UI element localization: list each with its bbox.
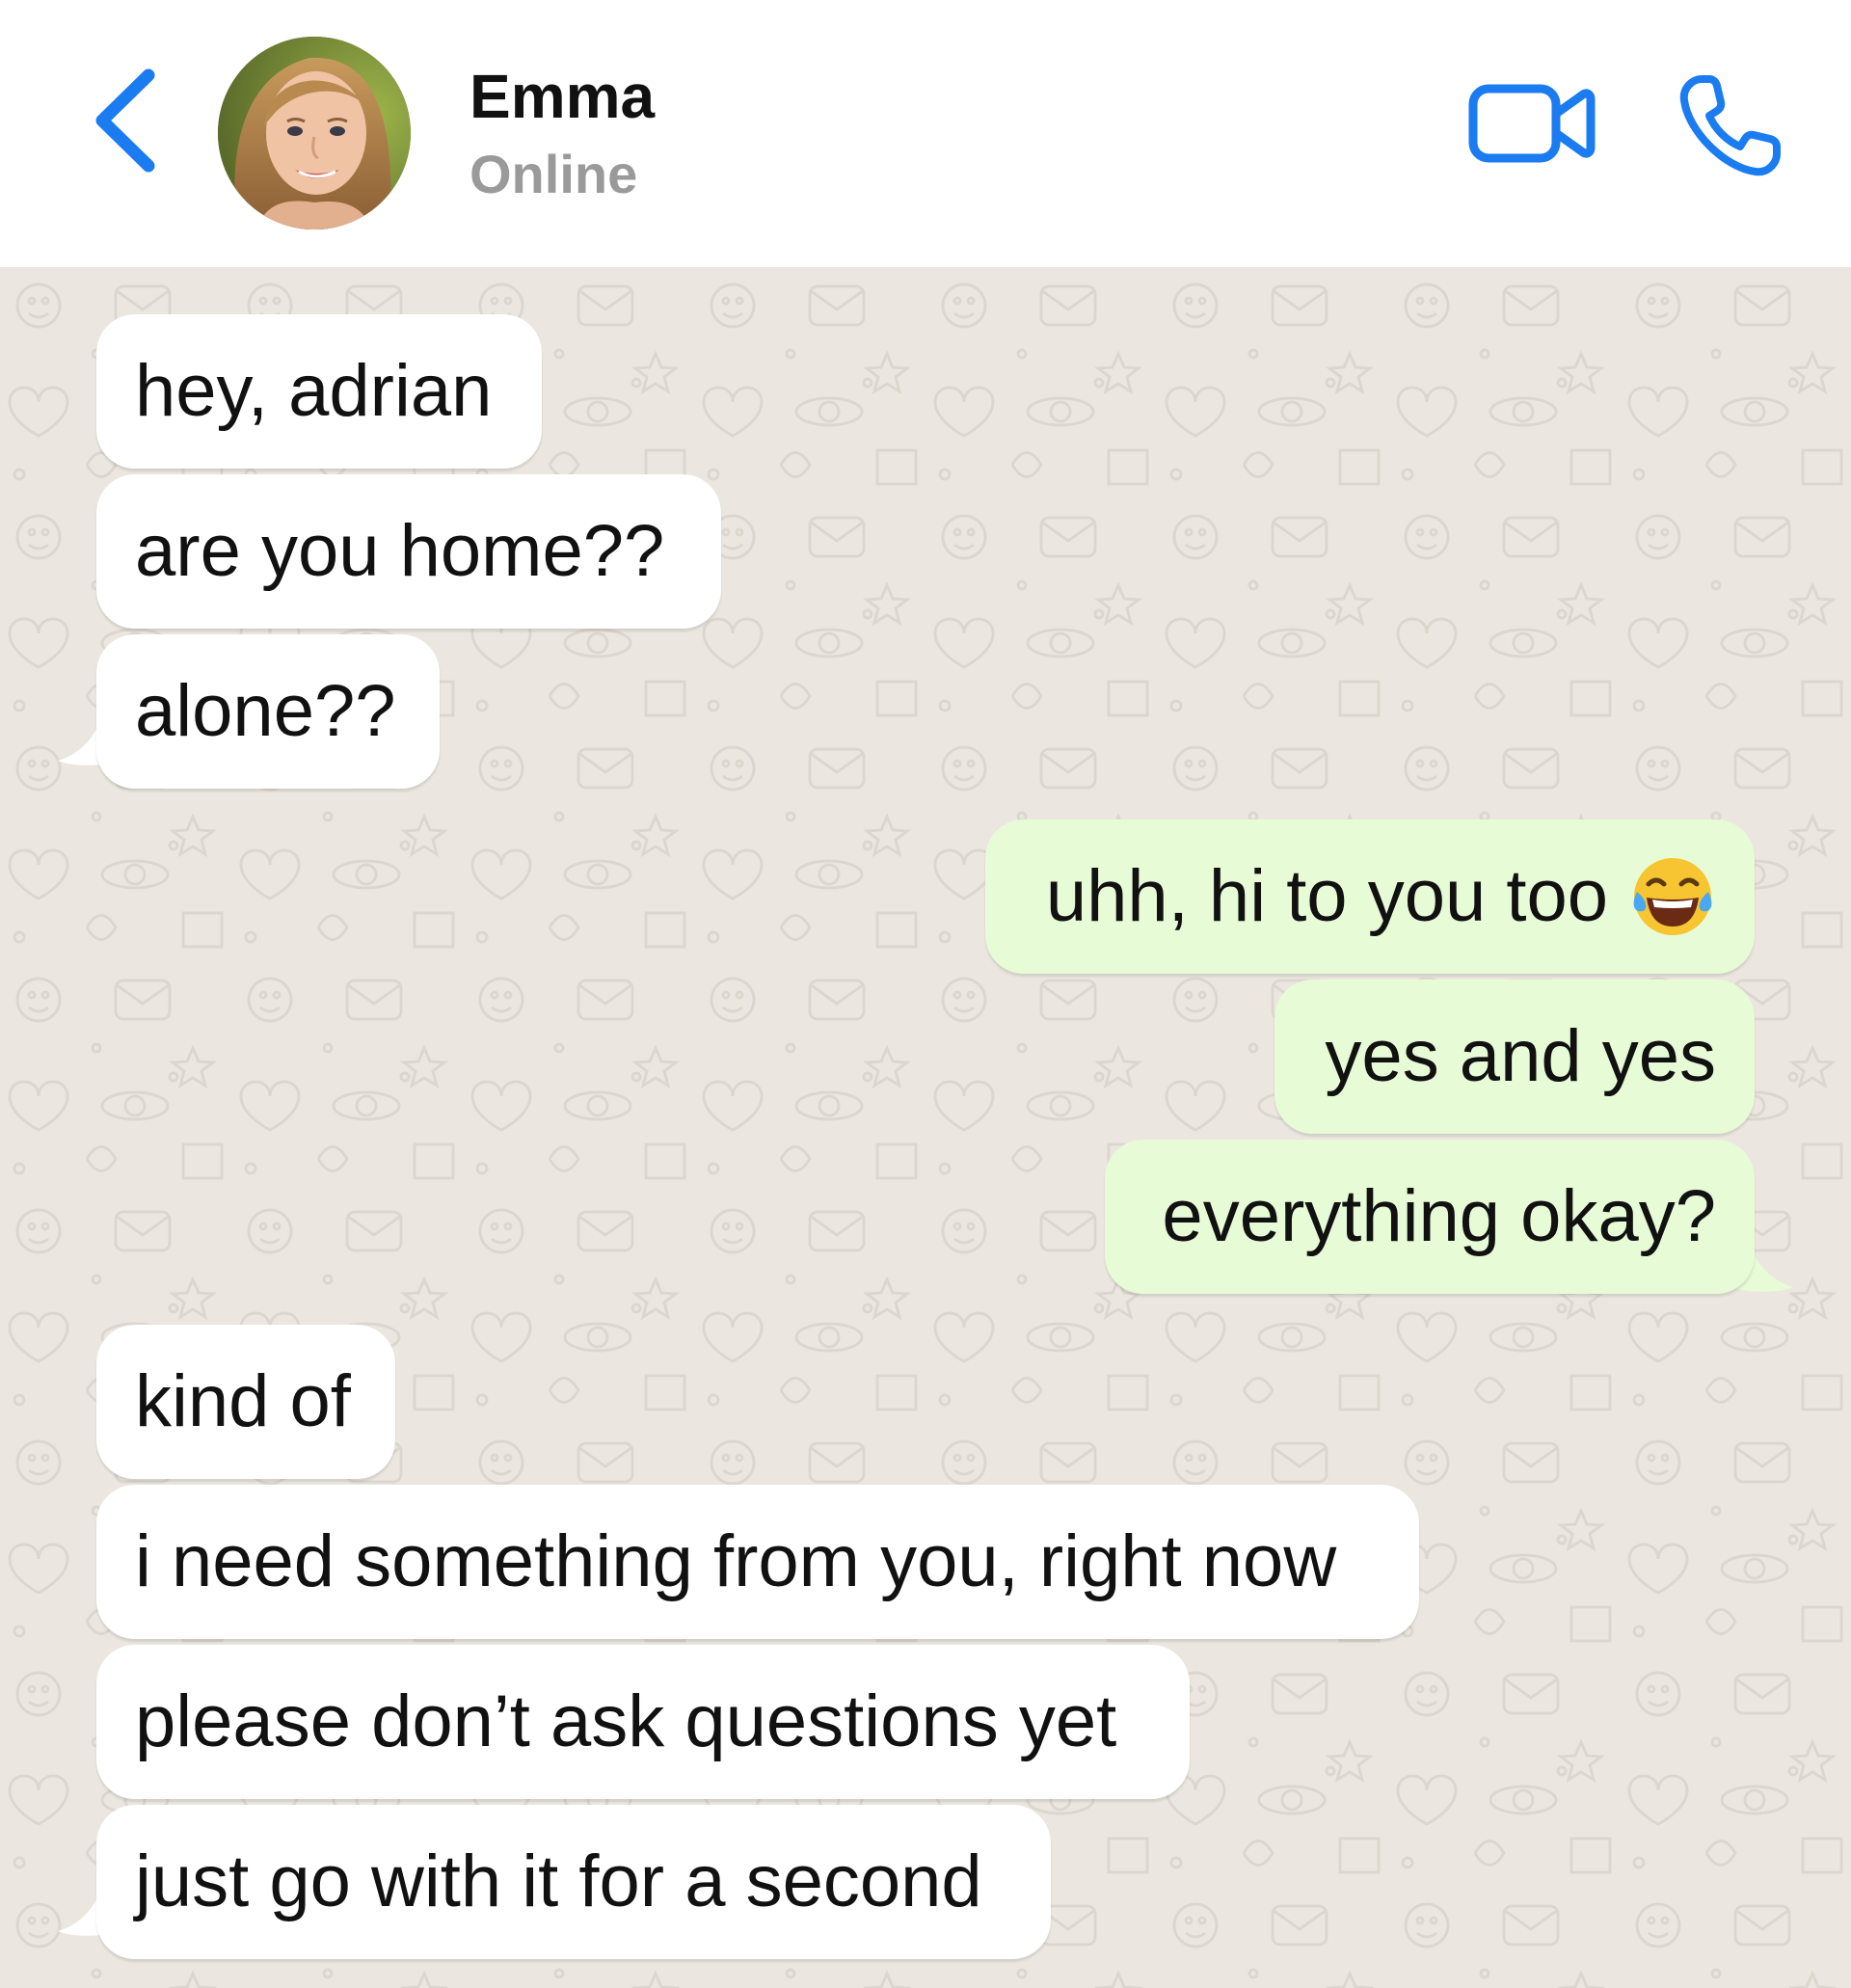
message-text: everything okay? — [1162, 1175, 1716, 1257]
avatar-image — [218, 37, 411, 229]
message-text: kind of — [135, 1360, 351, 1442]
message-bubble-incoming[interactable]: hey, adrian — [96, 314, 542, 469]
face-with-tears-of-joy-icon — [1633, 857, 1712, 935]
message-text: yes and yes — [1325, 1015, 1716, 1097]
contact-name: Emma — [469, 62, 656, 131]
voice-call-button[interactable] — [1673, 67, 1788, 183]
chat-area[interactable]: hey, adrian are you home?? alone?? uhh, … — [0, 267, 1851, 1988]
message-bubble-outgoing[interactable]: everything okay? — [1105, 1140, 1755, 1294]
message-bubble-incoming[interactable]: please don’t ask questions yet — [96, 1645, 1190, 1799]
video-camera-icon — [1468, 84, 1596, 163]
contact-status: Online — [469, 144, 638, 204]
message-bubble-incoming[interactable]: alone?? — [96, 634, 440, 789]
video-call-button[interactable] — [1465, 75, 1596, 172]
avatar[interactable] — [218, 37, 411, 229]
message-text: are you home?? — [135, 510, 665, 592]
message-bubble-incoming[interactable]: i need something from you, right now — [96, 1485, 1419, 1639]
message-bubble-outgoing[interactable]: yes and yes — [1274, 980, 1755, 1134]
message-text: please don’t ask questions yet — [135, 1680, 1117, 1762]
message-text: uhh, hi to you too — [1045, 855, 1608, 937]
message-text: i need something from you, right now — [135, 1520, 1337, 1602]
message-bubble-incoming[interactable]: kind of — [96, 1325, 395, 1479]
message-text: alone?? — [135, 670, 396, 752]
message-bubble-incoming[interactable]: just go with it for a second — [96, 1805, 1051, 1959]
back-button[interactable] — [85, 58, 172, 183]
message-bubble-incoming[interactable]: are you home?? — [96, 474, 721, 629]
phone-icon — [1679, 75, 1781, 176]
message-text: hey, adrian — [135, 350, 493, 432]
message-bubble-outgoing[interactable]: uhh, hi to you too — [985, 819, 1755, 974]
chat-header: Emma Online — [0, 0, 1851, 267]
message-text: just go with it for a second — [135, 1840, 982, 1922]
chevron-left-icon — [95, 68, 155, 173]
